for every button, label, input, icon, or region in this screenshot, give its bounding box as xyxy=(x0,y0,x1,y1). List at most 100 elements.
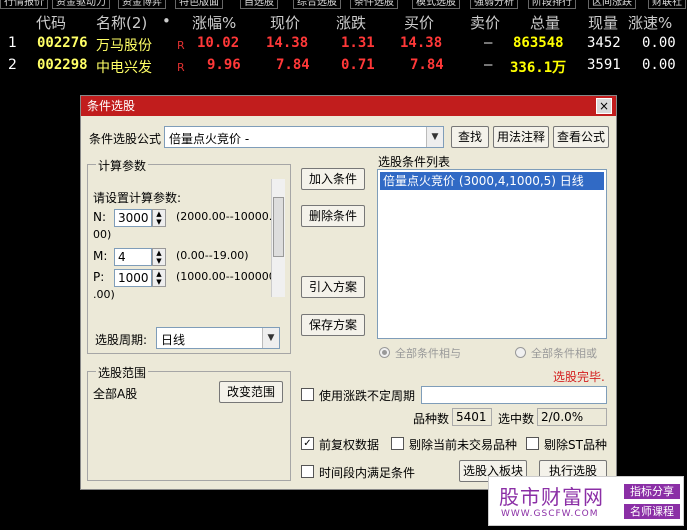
param-m-input[interactable]: 4 xyxy=(114,248,152,266)
col-code[interactable]: 代码 xyxy=(36,12,66,33)
table-row[interactable]: 2 002298 中电兴发 R 9.96 7.84 0.71 7.84 – 33… xyxy=(0,55,687,77)
tab-pattern-pick[interactable]: 模式选股 xyxy=(412,0,460,9)
condition-list-title: 选股条件列表 xyxy=(378,155,451,169)
tab-cls[interactable]: 财联社 xyxy=(648,0,686,9)
usage-notes-button[interactable]: 用法注释 xyxy=(493,126,549,148)
tab-quotes[interactable]: 行情报价 xyxy=(0,0,48,9)
col-name[interactable]: 名称(2) xyxy=(96,12,147,33)
time-range-checkbox[interactable] xyxy=(301,465,314,478)
watermark-title: 股市财富网 xyxy=(499,485,604,509)
tab-stage-rank[interactable]: 阶段排行 xyxy=(528,0,576,9)
param-m-stepper[interactable]: ▲ ▼ xyxy=(152,248,166,266)
exclude-st-checkbox[interactable] xyxy=(526,437,539,450)
scope-title: 选股范围 xyxy=(96,364,149,381)
tab-condition-pick[interactable]: 条件选股 xyxy=(350,0,398,9)
col-change[interactable]: 涨跌 xyxy=(336,12,366,33)
row-index: 2 xyxy=(8,57,17,73)
col-change-pct[interactable]: 涨幅% xyxy=(192,12,236,33)
col-speed[interactable]: 涨速% xyxy=(628,12,672,33)
table-row[interactable]: 1 002276 万马股份 R 10.02 14.38 1.31 14.38 –… xyxy=(0,33,687,55)
col-dot: • xyxy=(162,12,171,30)
tab-feature[interactable]: 特色版面 xyxy=(175,0,223,9)
use-period-label: 使用涨跌不定周期 xyxy=(319,389,416,403)
condition-list[interactable]: 倍量点火竞价 (3000,4,1000,5) 日线 xyxy=(377,169,607,339)
stock-code: 002298 xyxy=(37,57,88,73)
param-n-input[interactable]: 3000 xyxy=(114,209,152,227)
change-pct: 10.02 xyxy=(197,35,240,51)
adjust-checkbox[interactable]: ✓ xyxy=(301,437,314,450)
find-button[interactable]: 查找 xyxy=(451,126,489,148)
param-n-label: N: xyxy=(93,210,107,224)
stock-name: 中电兴发 xyxy=(96,60,152,76)
calc-prompt: 请设置计算参数: xyxy=(93,191,182,205)
tab-fund-drive[interactable]: 资金驱动力 xyxy=(52,0,110,9)
tab-range-change[interactable]: 区间涨跌 xyxy=(588,0,636,9)
radio-or[interactable] xyxy=(515,347,526,358)
period-select[interactable]: 日线 ▼ xyxy=(156,327,280,349)
save-scheme-button[interactable]: 保存方案 xyxy=(301,314,365,336)
exclude-untraded-checkbox[interactable] xyxy=(391,437,404,450)
tab-composite-pick[interactable]: 综合选股 xyxy=(293,0,341,9)
formula-select[interactable]: 倍量点火竞价 - ▼ xyxy=(164,126,444,148)
watermark-url: WWW.GSCFW.COM xyxy=(501,509,599,519)
watermark-tag-course: 名师课程 xyxy=(624,504,680,519)
col-bid[interactable]: 买价 xyxy=(404,12,434,33)
chevron-down-icon[interactable]: ▼ xyxy=(426,127,443,147)
quote-table-header: 代码 名称(2) • 涨幅% 现价 涨跌 买价 卖价 总量 现量 涨速% xyxy=(0,10,687,32)
stock-name: 万马股份 xyxy=(96,38,152,54)
param-p-stepper[interactable]: ▲ ▼ xyxy=(152,269,166,287)
delete-condition-button[interactable]: 删除条件 xyxy=(301,205,365,227)
bid: 7.84 xyxy=(410,57,444,73)
param-n-range-cont: 00) xyxy=(93,228,112,241)
scroll-thumb[interactable] xyxy=(273,197,284,257)
col-price[interactable]: 现价 xyxy=(270,12,300,33)
col-cur-vol[interactable]: 现量 xyxy=(588,12,618,33)
selected-value: 2/0.0% xyxy=(537,408,607,426)
tab-strength[interactable]: 强弱分析 xyxy=(470,0,518,9)
col-ask[interactable]: 卖价 xyxy=(470,12,500,33)
status-text: 选股完毕. xyxy=(553,370,605,384)
close-icon[interactable]: × xyxy=(596,98,612,114)
radio-and[interactable] xyxy=(379,347,390,358)
period-label: 选股周期: xyxy=(95,333,148,347)
scope-value: 全部A股 xyxy=(93,387,138,401)
param-n-range: (2000.00--10000. xyxy=(176,210,273,223)
exclude-untraded-label: 剔除当前未交易品种 xyxy=(409,438,518,452)
volume: 336.1万 xyxy=(510,60,567,76)
watermark-logo: 股市财富网 WWW.GSCFW.COM 指标分享 名师课程 xyxy=(488,476,684,526)
radio-or-label: 全部条件相或 xyxy=(531,347,597,360)
adjust-label: 前复权数据 xyxy=(319,438,380,452)
view-formula-button[interactable]: 查看公式 xyxy=(553,126,609,148)
formula-value: 倍量点火竞价 - xyxy=(169,132,250,146)
chevron-down-icon[interactable]: ▼ xyxy=(262,328,279,348)
period-range-input[interactable] xyxy=(421,386,607,404)
params-scrollbar[interactable] xyxy=(271,179,285,297)
time-range-label: 时间段内满足条件 xyxy=(319,466,416,480)
param-n-stepper[interactable]: ▲ ▼ xyxy=(152,209,166,227)
formula-label: 条件选股公式 xyxy=(89,132,162,146)
condition-pick-dialog: 条件选股 × 条件选股公式 倍量点火竞价 - ▼ 查找 用法注释 查看公式 计算… xyxy=(80,95,617,490)
use-period-checkbox[interactable] xyxy=(301,388,314,401)
tab-fund-game[interactable]: 资金博弈 xyxy=(118,0,166,9)
dialog-title[interactable]: 条件选股 xyxy=(81,96,616,116)
selected-label: 选中数 xyxy=(498,412,535,426)
change-scope-button[interactable]: 改变范围 xyxy=(219,381,283,403)
tab-watchlist[interactable]: 自选股 xyxy=(240,0,278,9)
watermark-tag-share: 指标分享 xyxy=(624,484,680,499)
ask: – xyxy=(484,57,493,73)
change-pct: 9.96 xyxy=(207,57,241,73)
import-scheme-button[interactable]: 引入方案 xyxy=(301,276,365,298)
margin-flag: R xyxy=(177,61,185,74)
col-volume[interactable]: 总量 xyxy=(530,12,560,33)
count-label: 品种数 xyxy=(413,412,450,426)
change: 1.31 xyxy=(341,35,375,51)
add-condition-button[interactable]: 加入条件 xyxy=(301,168,365,190)
param-p-input[interactable]: 1000 xyxy=(114,269,152,287)
margin-flag: R xyxy=(177,39,185,52)
calc-params-title: 计算参数 xyxy=(96,157,149,174)
list-item[interactable]: 倍量点火竞价 (3000,4,1000,5) 日线 xyxy=(380,172,604,190)
scope-group: 选股范围 全部A股 改变范围 xyxy=(87,364,291,481)
param-p-label: P: xyxy=(93,270,105,284)
change: 0.71 xyxy=(341,57,375,73)
volume: 863548 xyxy=(513,35,564,51)
